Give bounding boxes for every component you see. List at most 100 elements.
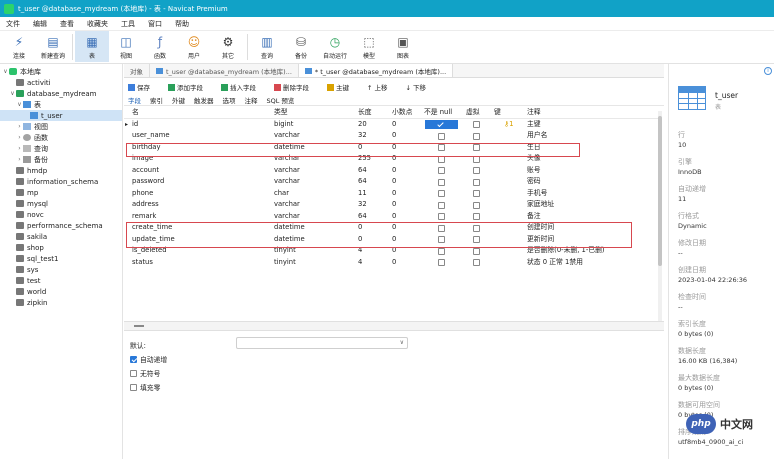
new_query-button[interactable]: ▤ 新建查询 bbox=[36, 31, 70, 62]
tree-item-tuser[interactable]: t_user bbox=[0, 110, 122, 121]
field-decimal[interactable]: 0 bbox=[392, 199, 422, 211]
chevron-right-icon[interactable]: › bbox=[16, 156, 23, 163]
option-0[interactable]: 自动递增 bbox=[130, 354, 167, 364]
tree-item-mp[interactable]: mp bbox=[0, 187, 122, 198]
tree-item-4[interactable]: › 视图 bbox=[0, 121, 122, 132]
field-length[interactable]: 32 bbox=[358, 130, 388, 142]
chevron-right-icon[interactable]: › bbox=[16, 145, 23, 152]
editor-button-3[interactable]: 删除字段 bbox=[274, 82, 318, 92]
panel-splitter[interactable] bbox=[124, 321, 664, 331]
menu-item-3[interactable]: 收藏夹 bbox=[87, 19, 108, 29]
virtual-checkbox[interactable] bbox=[473, 213, 480, 220]
subtab-0[interactable]: 字段 bbox=[128, 95, 141, 105]
tree-item-hmdp[interactable]: hmdp bbox=[0, 165, 122, 176]
option-checkbox[interactable] bbox=[130, 383, 137, 391]
virtual-checkbox[interactable] bbox=[473, 167, 480, 174]
splitter-grip[interactable] bbox=[134, 325, 144, 327]
field-length[interactable]: 32 bbox=[358, 199, 388, 211]
field-comment[interactable]: 状态 0 正常 1禁用 bbox=[527, 257, 657, 269]
field-name[interactable]: phone bbox=[132, 188, 270, 200]
tree-item-shop[interactable]: shop bbox=[0, 242, 122, 253]
field-length[interactable]: 4 bbox=[358, 257, 388, 269]
chevron-right-icon[interactable]: › bbox=[16, 134, 23, 141]
tree-item-sys[interactable]: sys bbox=[0, 264, 122, 275]
field-name[interactable]: account bbox=[132, 165, 270, 177]
field-comment[interactable]: 密码 bbox=[527, 176, 657, 188]
tree-item-world[interactable]: world bbox=[0, 286, 122, 297]
tree-item-performanceschema[interactable]: performance_schema bbox=[0, 220, 122, 231]
field-comment[interactable]: 用户名 bbox=[527, 130, 657, 142]
query-button[interactable]: ▥ 查询 bbox=[250, 31, 284, 62]
field-decimal[interactable]: 0 bbox=[392, 119, 422, 131]
field-name[interactable]: password bbox=[132, 176, 270, 188]
field-comment[interactable]: 手机号 bbox=[527, 188, 657, 200]
field-name[interactable]: remark bbox=[132, 211, 270, 223]
field-type[interactable]: varchar bbox=[274, 176, 354, 188]
field-comment[interactable]: 主键 bbox=[527, 119, 657, 131]
backup-button[interactable]: ⛁ 备份 bbox=[284, 31, 318, 62]
tree-item-zipkin[interactable]: zipkin bbox=[0, 297, 122, 308]
tree-item-7[interactable]: › 备份 bbox=[0, 154, 122, 165]
field-length[interactable]: 64 bbox=[358, 165, 388, 177]
field-decimal[interactable]: 0 bbox=[392, 130, 422, 142]
virtual-checkbox[interactable] bbox=[473, 178, 480, 186]
field-comment[interactable]: 账号 bbox=[527, 165, 657, 177]
not-null-checkbox[interactable] bbox=[438, 259, 445, 266]
field-type[interactable]: char bbox=[274, 188, 354, 200]
tree-item-activiti[interactable]: activiti bbox=[0, 77, 122, 88]
virtual-checkbox[interactable] bbox=[473, 259, 480, 266]
default-value-select[interactable]: ∨ bbox=[236, 337, 408, 349]
field-comment[interactable]: 备注 bbox=[527, 211, 657, 223]
option-checkbox[interactable] bbox=[130, 369, 137, 377]
grid-scrollbar[interactable] bbox=[658, 111, 662, 321]
virtual-checkbox[interactable] bbox=[473, 121, 480, 128]
tree-item-informationschema[interactable]: information_schema bbox=[0, 176, 122, 187]
table-row[interactable]: status tinyint 4 0 状态 0 正常 1禁用 bbox=[124, 257, 660, 269]
field-length[interactable]: 64 bbox=[358, 211, 388, 223]
virtual-checkbox[interactable] bbox=[473, 190, 480, 197]
not-null-checkbox[interactable] bbox=[438, 190, 445, 197]
virtual-checkbox[interactable] bbox=[473, 201, 480, 209]
tree-item-mysql[interactable]: mysql bbox=[0, 198, 122, 209]
field-type[interactable]: bigint bbox=[274, 119, 354, 131]
menu-item-1[interactable]: 编辑 bbox=[33, 19, 47, 29]
menu-item-2[interactable]: 查看 bbox=[60, 19, 74, 29]
auto_run-button[interactable]: ◷ 自动运行 bbox=[318, 31, 352, 62]
tree-connection[interactable]: ∨ 本地库 bbox=[0, 66, 122, 77]
tree-item-6[interactable]: › 查询 bbox=[0, 143, 122, 154]
tab-0[interactable]: 对象 bbox=[124, 64, 150, 77]
table-row[interactable]: phone char 11 0 手机号 bbox=[124, 188, 660, 200]
editor-button-5[interactable]: ↑ 上移 bbox=[367, 82, 397, 92]
not-null-checkbox-checked[interactable] bbox=[425, 119, 458, 129]
table-row[interactable]: address varchar 32 0 家庭地址 bbox=[124, 199, 660, 211]
not-null-checkbox[interactable] bbox=[438, 247, 445, 255]
subtab-2[interactable]: 外键 bbox=[172, 95, 185, 105]
table-button[interactable]: ▦ 表 bbox=[75, 31, 109, 62]
menu-item-5[interactable]: 窗口 bbox=[148, 19, 162, 29]
not-null-checkbox[interactable] bbox=[438, 167, 445, 174]
not-null-checkbox[interactable] bbox=[438, 201, 445, 209]
field-length[interactable]: 64 bbox=[358, 176, 388, 188]
field-length[interactable]: 11 bbox=[358, 188, 388, 200]
field-type[interactable]: varchar bbox=[274, 165, 354, 177]
tree-item-novc[interactable]: novc bbox=[0, 209, 122, 220]
chevron-down-icon[interactable]: ∨ bbox=[16, 101, 23, 108]
field-decimal[interactable]: 0 bbox=[392, 211, 422, 223]
subtab-6[interactable]: SQL 预览 bbox=[267, 95, 295, 105]
not-null-checkbox[interactable] bbox=[438, 178, 445, 186]
field-decimal[interactable]: 0 bbox=[392, 257, 422, 269]
virtual-checkbox[interactable] bbox=[473, 132, 480, 140]
menu-item-4[interactable]: 工具 bbox=[121, 19, 135, 29]
chevron-right-icon[interactable]: › bbox=[16, 123, 23, 130]
function-button[interactable]: ƒ 函数 bbox=[143, 31, 177, 62]
table-row[interactable]: user_name varchar 32 0 用户名 bbox=[124, 130, 660, 142]
user-button[interactable]: ☺ 用户 bbox=[177, 31, 211, 62]
table-row[interactable]: remark varchar 64 0 备注 bbox=[124, 211, 660, 223]
option-checkbox[interactable] bbox=[130, 355, 137, 363]
subtab-3[interactable]: 触发器 bbox=[194, 95, 214, 105]
editor-button-6[interactable]: ↓ 下移 bbox=[406, 82, 436, 92]
field-type[interactable]: tinyint bbox=[274, 257, 354, 269]
tab-2[interactable]: * t_user @database_mydream (本地库)... bbox=[298, 64, 454, 77]
not-null-checkbox[interactable] bbox=[438, 213, 445, 220]
field-name[interactable]: status bbox=[132, 257, 270, 269]
